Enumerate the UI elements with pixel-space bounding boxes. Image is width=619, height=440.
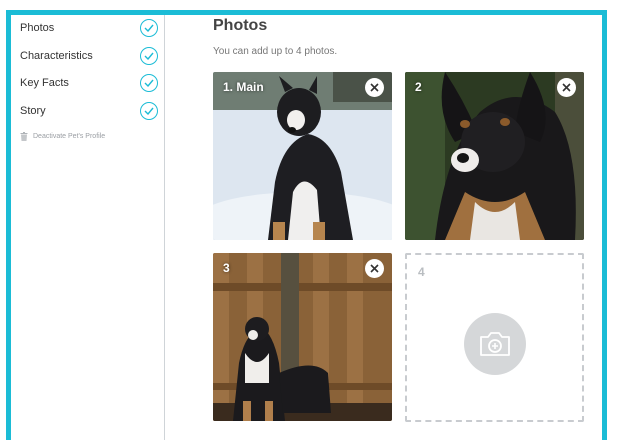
sidebar-item-characteristics[interactable]: Characteristics bbox=[20, 46, 158, 66]
sidebar-item-label: Characteristics bbox=[20, 50, 93, 62]
photo-label: 2 bbox=[415, 80, 422, 94]
check-circle-icon bbox=[140, 102, 158, 120]
deactivate-label: Deactivate Pet's Profile bbox=[33, 133, 106, 140]
check-circle-icon bbox=[140, 74, 158, 92]
sidebar-item-label: Story bbox=[20, 105, 46, 117]
close-icon[interactable] bbox=[365, 259, 384, 278]
check-circle-icon bbox=[140, 47, 158, 65]
sidebar-item-story[interactable]: Story bbox=[20, 101, 158, 121]
dog-photo-1 bbox=[213, 72, 392, 240]
camera-add-icon[interactable] bbox=[464, 313, 526, 375]
trash-icon bbox=[20, 132, 28, 141]
photo-label: 3 bbox=[223, 261, 230, 275]
dog-photo-3 bbox=[213, 253, 392, 421]
slot-number: 4 bbox=[418, 265, 425, 279]
deactivate-profile-link[interactable]: Deactivate Pet's Profile bbox=[20, 132, 105, 141]
sidebar-item-label: Photos bbox=[20, 22, 55, 34]
photo-tile-3[interactable]: 3 bbox=[213, 253, 392, 421]
add-photo-slot[interactable]: 4 bbox=[405, 253, 584, 422]
close-icon[interactable] bbox=[557, 78, 576, 97]
close-icon[interactable] bbox=[365, 78, 384, 97]
page-title: Photos bbox=[213, 17, 268, 34]
dog-photo-2 bbox=[405, 72, 584, 240]
photo-tile-1[interactable]: 1. Main bbox=[213, 72, 392, 240]
check-circle-icon bbox=[140, 19, 158, 37]
sidebar-item-photos[interactable]: Photos bbox=[20, 18, 158, 38]
sidebar-item-key-facts[interactable]: Key Facts bbox=[20, 73, 158, 93]
sidebar: Photos Characteristics Key Facts Story D… bbox=[11, 15, 165, 440]
photo-limit-hint: You can add up to 4 photos. bbox=[213, 46, 338, 57]
app-frame: Photos Characteristics Key Facts Story D… bbox=[6, 10, 607, 440]
photo-tile-2[interactable]: 2 bbox=[405, 72, 584, 240]
photo-label: 1. Main bbox=[223, 80, 264, 94]
sidebar-item-label: Key Facts bbox=[20, 77, 69, 89]
photos-panel: Photos You can add up to 4 photos. 1. Ma… bbox=[165, 15, 602, 440]
